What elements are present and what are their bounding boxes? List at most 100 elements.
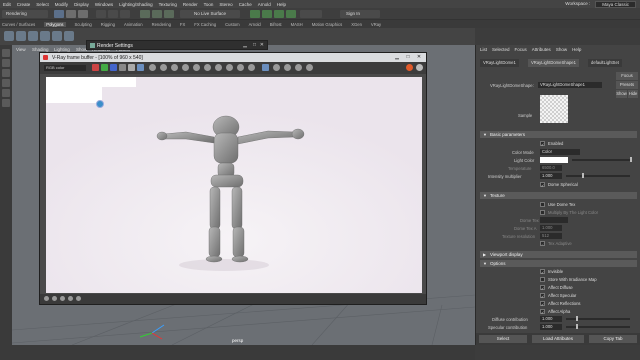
affect-alpha-checkbox[interactable]: ✓ bbox=[540, 309, 545, 315]
temperature-field[interactable]: 6500.0 bbox=[540, 165, 562, 171]
minimize-icon[interactable]: ▁ bbox=[392, 54, 402, 61]
alpha-channel-icon[interactable] bbox=[119, 64, 126, 71]
save-scene-icon[interactable] bbox=[78, 10, 88, 18]
channel-dropdown[interactable]: RGB color bbox=[44, 65, 86, 71]
focus-button[interactable]: Focus bbox=[616, 72, 638, 80]
status-icon-3[interactable] bbox=[60, 296, 65, 301]
paint-select-icon[interactable] bbox=[2, 69, 10, 77]
ae-menu-show[interactable]: Show bbox=[556, 47, 567, 52]
hide-button[interactable]: Hide bbox=[628, 90, 638, 98]
minimize-icon[interactable]: ▁ bbox=[243, 42, 247, 48]
diffuse-contribution-slider-thumb[interactable] bbox=[576, 316, 578, 321]
status-icon-5[interactable] bbox=[76, 296, 81, 301]
render-last-icon[interactable] bbox=[416, 64, 423, 71]
affect-diffuse-checkbox[interactable]: ✓ bbox=[540, 285, 545, 291]
status-icon-4[interactable] bbox=[68, 296, 73, 301]
presets-button[interactable]: Presets bbox=[616, 81, 638, 89]
diffuse-contribution-field[interactable]: 1.000 bbox=[540, 316, 562, 322]
move-tool-icon[interactable] bbox=[2, 79, 10, 87]
status-icon-2[interactable] bbox=[52, 296, 57, 301]
menu-lighting-shading[interactable]: Lighting/Shading bbox=[119, 2, 153, 7]
snap-curve-icon[interactable] bbox=[152, 10, 162, 18]
poly-plane-icon[interactable] bbox=[64, 31, 74, 41]
affect-reflections-checkbox[interactable]: ✓ bbox=[540, 301, 545, 307]
render-settings-icon[interactable] bbox=[274, 10, 284, 18]
select-hierarchy-icon[interactable] bbox=[96, 10, 106, 18]
frame-buffer-titlebar[interactable]: V-Ray frame buffer - [100% of 960 x 540]… bbox=[40, 53, 426, 62]
frame-viewport-display[interactable]: ▶ Viewport display bbox=[480, 251, 637, 258]
shelf-tab-mash[interactable]: MASH bbox=[291, 22, 303, 27]
red-channel-icon[interactable] bbox=[92, 64, 99, 71]
time-slider[interactable] bbox=[0, 345, 475, 360]
shelf-tab-polygons[interactable]: Polygons bbox=[44, 21, 66, 27]
poly-cube-icon[interactable] bbox=[16, 31, 26, 41]
menu-edit[interactable]: Edit bbox=[3, 2, 11, 7]
shelf-tab-fx-caching[interactable]: FX Caching bbox=[194, 22, 216, 27]
menu-texturing[interactable]: Texturing bbox=[159, 2, 177, 7]
ae-tab-lightset[interactable]: defaultLightSet bbox=[588, 59, 622, 67]
hypershade-icon[interactable] bbox=[286, 10, 296, 18]
select-tool-icon[interactable] bbox=[2, 49, 10, 57]
enabled-checkbox[interactable]: ✓ bbox=[540, 141, 545, 147]
menu-toon[interactable]: Toon bbox=[204, 2, 214, 7]
poly-torus-icon[interactable] bbox=[52, 31, 62, 41]
ipr-icon[interactable] bbox=[284, 64, 291, 71]
store-irradiance-checkbox[interactable] bbox=[540, 277, 545, 282]
light-color-slider-thumb[interactable] bbox=[630, 157, 632, 162]
shelf-tab-fx[interactable]: FX bbox=[180, 22, 185, 27]
menu-render[interactable]: Render bbox=[183, 2, 198, 7]
menu-display[interactable]: Display bbox=[74, 2, 89, 7]
menu-modify[interactable]: Modify bbox=[55, 2, 68, 7]
ae-menu-attributes[interactable]: Attributes bbox=[532, 47, 551, 52]
test-resolution-icon[interactable] bbox=[273, 64, 280, 71]
select-object-icon[interactable] bbox=[108, 10, 118, 18]
color-corrections-icon[interactable] bbox=[237, 64, 244, 71]
menu-select[interactable]: Select bbox=[36, 2, 49, 7]
invisible-checkbox[interactable]: ✓ bbox=[540, 269, 545, 275]
history-icon[interactable] bbox=[193, 64, 200, 71]
sign-in-dropdown[interactable]: Sign In bbox=[340, 10, 380, 18]
track-mouse-icon[interactable] bbox=[171, 64, 178, 71]
menu-cache[interactable]: Cache bbox=[239, 2, 252, 7]
ae-menu-focus[interactable]: Focus bbox=[515, 47, 527, 52]
scale-tool-icon[interactable] bbox=[2, 99, 10, 107]
menu-stereo[interactable]: Stereo bbox=[219, 2, 232, 7]
ae-tab-transform[interactable]: VRayLightDome1 bbox=[480, 59, 519, 67]
dome-tex-a-field[interactable]: 1.000 bbox=[540, 225, 562, 231]
workspace-dropdown[interactable]: Maya Classic bbox=[595, 1, 636, 8]
shelf-tab-sculpting[interactable]: Sculpting bbox=[75, 22, 92, 27]
ae-menu-selected[interactable]: Selected bbox=[492, 47, 510, 52]
close-icon[interactable]: ✕ bbox=[414, 54, 424, 61]
intensity-slider[interactable] bbox=[566, 175, 630, 177]
show-button[interactable]: Show bbox=[616, 90, 627, 98]
ae-menu-help[interactable]: Help bbox=[572, 47, 581, 52]
light-color-swatch[interactable] bbox=[540, 157, 568, 163]
region-render-icon[interactable] bbox=[204, 64, 211, 71]
shelf-tab-curves-surfaces[interactable]: Curves / Surfaces bbox=[2, 22, 35, 27]
stop-render-icon[interactable] bbox=[406, 64, 413, 71]
shelf-tab-rendering[interactable]: Rendering bbox=[152, 22, 171, 27]
maximize-icon[interactable]: □ bbox=[253, 42, 256, 48]
light-color-slider[interactable] bbox=[572, 159, 630, 161]
frame-options[interactable]: ▼ Options bbox=[480, 260, 637, 267]
ae-tab-shape[interactable]: VRayLightDomeShape1 bbox=[528, 59, 579, 67]
render-settings-window[interactable]: Render Settings ▁ □ ✕ bbox=[86, 40, 268, 50]
menu-help[interactable]: Help bbox=[277, 2, 286, 7]
shelf-tab-bifrost[interactable]: Bifrost bbox=[270, 22, 282, 27]
load-attributes-button[interactable]: Load Attributes bbox=[532, 335, 584, 343]
lens-effects-icon[interactable] bbox=[248, 64, 255, 71]
ipr-render-icon[interactable] bbox=[262, 10, 272, 18]
blue-channel-icon[interactable] bbox=[110, 64, 117, 71]
frame-texture[interactable]: ▼ Texture bbox=[480, 192, 637, 199]
shelf-tab-xgen[interactable]: XGen bbox=[351, 22, 362, 27]
new-scene-icon[interactable] bbox=[54, 10, 64, 18]
render-icon[interactable] bbox=[306, 64, 313, 71]
lasso-tool-icon[interactable] bbox=[2, 59, 10, 67]
poly-cylinder-icon[interactable] bbox=[28, 31, 38, 41]
stereo-icon[interactable] bbox=[262, 64, 269, 71]
node-name-field[interactable]: VRayLightDomeShape1 bbox=[538, 82, 602, 88]
dome-tex-swatch[interactable] bbox=[540, 217, 568, 223]
shelf-tab-vray[interactable]: VRay bbox=[371, 22, 381, 27]
green-channel-icon[interactable] bbox=[101, 64, 108, 71]
vray-toolbar-icon[interactable] bbox=[300, 10, 322, 18]
